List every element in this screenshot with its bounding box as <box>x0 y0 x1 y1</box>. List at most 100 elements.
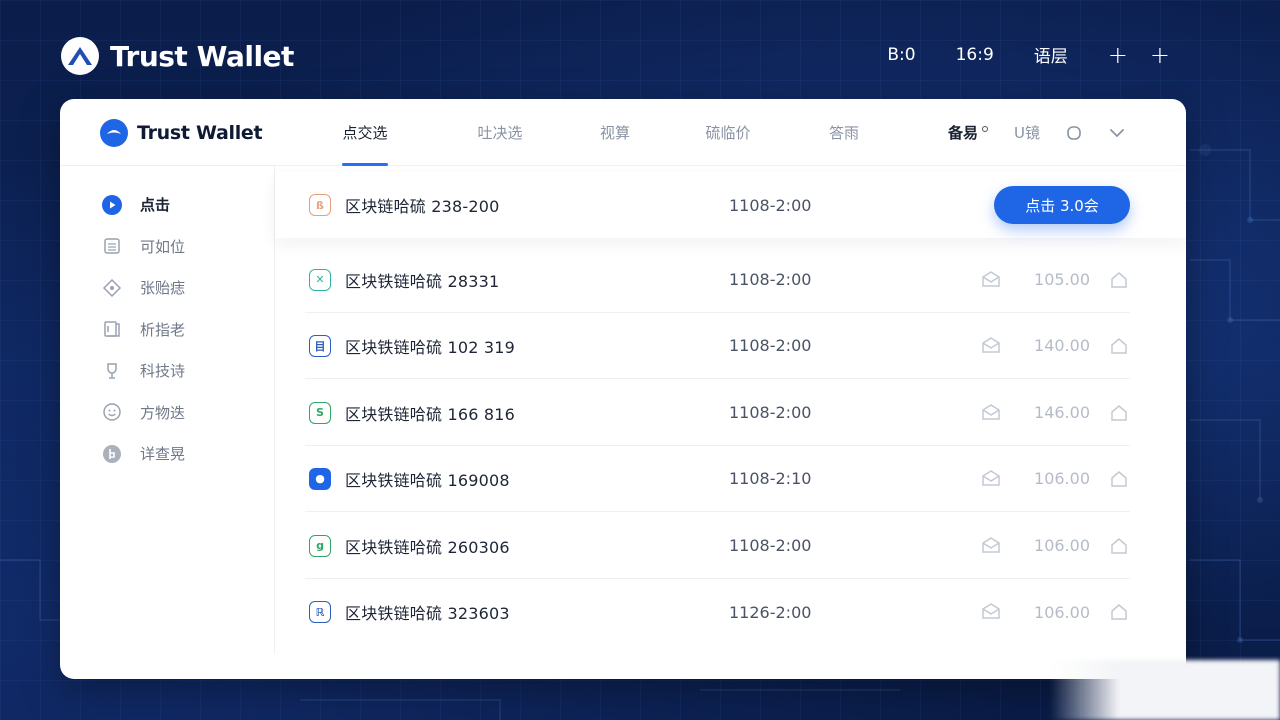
coin-icon: g <box>309 534 331 557</box>
table-row[interactable]: 目 区块铁链哈硫 102 319 1108-2:00 140.00 <box>305 313 1130 379</box>
badge-icon <box>102 444 122 464</box>
row-right: 140.00 <box>980 335 1130 357</box>
tab-4[interactable]: 答雨 <box>828 99 860 166</box>
sidebar-item-4[interactable]: 科技诗 <box>60 350 274 392</box>
coin-icon: ✕ <box>309 268 331 291</box>
coin-icon: S <box>309 401 331 424</box>
top-item-ratio[interactable]: 16:9 <box>956 45 994 65</box>
mail-icon[interactable] <box>980 402 1002 424</box>
row-right: 106.00 <box>980 601 1130 623</box>
home-icon[interactable] <box>1108 402 1130 424</box>
tag-icon <box>102 278 122 298</box>
sidebar-item-label: 可如位 <box>140 237 186 256</box>
trust-wallet-logo-icon <box>100 119 128 147</box>
row-time: 1108-2:00 <box>729 270 812 289</box>
table-row[interactable]: ß 区块链哈硫 238-200 1108-2:00 点击 3.0会 <box>275 172 1186 238</box>
home-icon[interactable] <box>1108 269 1130 291</box>
mail-icon[interactable] <box>980 468 1002 490</box>
list-icon <box>102 236 122 256</box>
sidebar-item-5[interactable]: 方物迭 <box>60 392 274 434</box>
row-right: 105.00 <box>980 269 1130 291</box>
row-name: 区块铁链哈硫 169008 <box>345 470 510 490</box>
plus-icon[interactable]: + <box>1150 43 1170 67</box>
top-item-battery[interactable]: B:0 <box>887 45 915 65</box>
home-icon[interactable] <box>1108 468 1130 490</box>
book-icon <box>102 319 122 339</box>
row-amount: 105.00 <box>1034 270 1090 289</box>
window-brand-title: Trust Wallet <box>137 122 263 144</box>
tab-3[interactable]: 硫临价 <box>705 99 751 166</box>
sidebar-item-label: 科技诗 <box>140 362 186 381</box>
window-brand: Trust Wallet <box>100 119 263 147</box>
row-right: 106.00 <box>980 468 1130 490</box>
table-row[interactable]: ● 区块铁链哈硫 169008 1108-2:10 106.00 <box>305 446 1130 512</box>
mail-icon[interactable] <box>980 269 1002 291</box>
circle-icon[interactable] <box>1066 125 1082 141</box>
row-name: 区块铁链哈硫 166 816 <box>345 404 516 424</box>
mail-icon[interactable] <box>980 601 1002 623</box>
chevron-down-icon[interactable] <box>1108 124 1126 142</box>
home-icon[interactable] <box>1108 601 1130 623</box>
mail-icon[interactable] <box>980 335 1002 357</box>
header-right: 备易 U镜 <box>948 99 1126 166</box>
top-brand: Trust Wallet <box>60 34 294 78</box>
sidebar-item-label: 方物迭 <box>140 403 186 422</box>
coin-icon: 目 <box>309 334 331 357</box>
header-secondary[interactable]: U镜 <box>1014 122 1040 143</box>
row-amount: 106.00 <box>1034 602 1090 622</box>
home-icon[interactable] <box>1108 335 1130 357</box>
row-time: 1108-2:00 <box>729 536 812 555</box>
transaction-list: ß 区块链哈硫 238-200 1108-2:00 点击 3.0会 ✕ 区块铁链… <box>275 166 1186 679</box>
smile-icon <box>102 402 122 422</box>
sidebar-item-6[interactable]: 详查晃 <box>60 433 274 475</box>
coin-icon: ß <box>309 194 331 216</box>
top-plus-group: + + <box>1108 43 1170 67</box>
sidebar-item-2[interactable]: 张贻痣 <box>60 267 274 309</box>
sidebar-item-label: 点击 <box>140 196 171 215</box>
row-name: 区块铁链哈硫 102 319 <box>345 337 516 357</box>
trust-wallet-logo-icon <box>61 37 99 75</box>
sidebar-item-3[interactable]: 析指老 <box>60 309 274 351</box>
table-row[interactable]: g 区块铁链哈硫 260306 1108-2:00 106.00 <box>305 513 1130 579</box>
tab-bar: 点交选 吐决选 视算 硫临价 答雨 <box>342 99 860 166</box>
row-time: 1108-2:00 <box>729 195 812 215</box>
row-amount: 146.00 <box>1034 403 1090 422</box>
ring-icon <box>982 126 989 132</box>
table-row[interactable]: ✕ 区块铁链哈硫 28331 1108-2:00 105.00 <box>305 247 1130 313</box>
row-time: 1126-2:00 <box>729 602 812 622</box>
corner-fade <box>1050 660 1280 720</box>
table-row[interactable]: ℝ 区块铁链哈硫 323603 1126-2:00 106.00 <box>305 579 1130 645</box>
plus-icon[interactable]: + <box>1108 43 1128 67</box>
coin-icon: ℝ <box>309 601 331 623</box>
window-header: Trust Wallet 点交选 吐决选 视算 硫临价 答雨 备易 U镜 <box>60 99 1186 166</box>
row-time: 1108-2:10 <box>729 469 812 488</box>
sidebar-item-label: 张贻痣 <box>140 279 186 298</box>
row-amount: 106.00 <box>1034 469 1090 488</box>
tab-2[interactable]: 视算 <box>599 99 631 166</box>
table-row[interactable]: S 区块铁链哈硫 166 816 1108-2:00 146.00 <box>305 380 1130 446</box>
tab-0[interactable]: 点交选 <box>342 99 388 166</box>
main-window: Trust Wallet 点交选 吐决选 视算 硫临价 答雨 备易 U镜 点击 <box>60 99 1186 679</box>
sidebar-item-1[interactable]: 可如位 <box>60 226 274 268</box>
mail-icon[interactable] <box>980 535 1002 557</box>
trophy-icon <box>102 361 122 381</box>
row-name: 区块链哈硫 238-200 <box>345 197 500 216</box>
home-icon[interactable] <box>1108 535 1130 557</box>
header-primary[interactable]: 备易 <box>948 122 989 143</box>
sidebar-item-label: 详查晃 <box>140 445 186 464</box>
row-amount: 140.00 <box>1034 336 1090 355</box>
row-name: 区块铁链哈硫 28331 <box>345 271 500 291</box>
sidebar: 点击 可如位 张贻痣 析指老 科技诗 方物迭 详查晃 <box>60 166 275 654</box>
row-time: 1108-2:00 <box>729 336 812 355</box>
top-item-language[interactable]: 语层 <box>1034 42 1068 67</box>
row-amount: 106.00 <box>1034 536 1090 555</box>
top-brand-title: Trust Wallet <box>110 39 294 73</box>
play-circle-icon <box>102 194 122 215</box>
row-right: 146.00 <box>980 402 1130 424</box>
row-action-button[interactable]: 点击 3.0会 <box>994 186 1130 224</box>
sidebar-item-0[interactable]: 点击 <box>60 184 274 226</box>
coin-icon: ● <box>309 467 331 490</box>
row-name: 区块铁链哈硫 260306 <box>345 537 510 557</box>
row-name: 区块铁链哈硫 323603 <box>345 604 510 623</box>
tab-1[interactable]: 吐决选 <box>477 99 523 166</box>
